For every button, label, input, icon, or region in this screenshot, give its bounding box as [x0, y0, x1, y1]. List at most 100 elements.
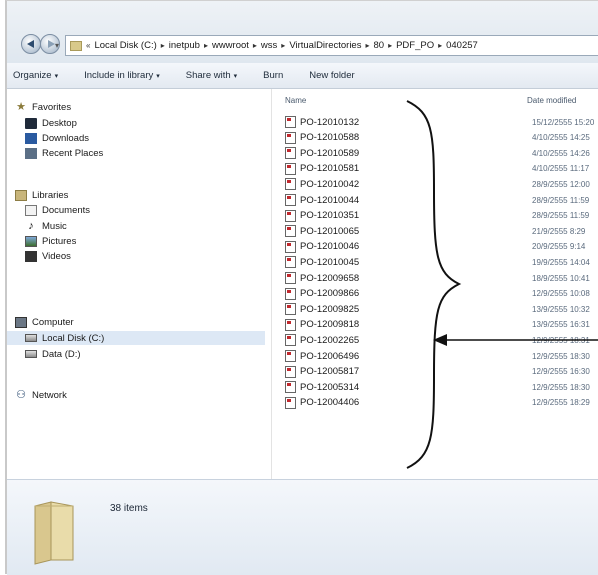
file-date-modified: 12/9/2555 18:29 — [532, 398, 590, 408]
nav-item-videos[interactable]: Videos — [25, 249, 71, 263]
file-name: PO-12010046 — [300, 241, 360, 253]
file-row[interactable]: PO-12004406 12/9/2555 18:29 — [285, 396, 598, 410]
pdf-file-icon — [285, 116, 296, 128]
file-date-modified: 4/10/2555 14:25 — [532, 133, 590, 143]
file-row[interactable]: PO-12009818 13/9/2555 16:31 — [285, 318, 598, 332]
videos-icon — [25, 250, 37, 262]
file-name: PO-12010065 — [300, 225, 360, 237]
file-row[interactable]: PO-12002265 12/9/2555 18:31 — [285, 333, 598, 347]
breadcrumb-wss[interactable]: wss — [261, 40, 277, 51]
file-date-modified: 12/9/2555 18:30 — [532, 382, 590, 392]
chevron-right-icon[interactable]: ▸ — [365, 41, 369, 50]
nav-item-local-disk[interactable]: Local Disk (C:) — [7, 331, 265, 345]
pdf-file-icon — [285, 131, 296, 144]
breadcrumb-040257[interactable]: 040257 — [446, 40, 478, 51]
burn-button[interactable]: Burn — [263, 70, 283, 81]
nav-label: Computer — [32, 316, 74, 328]
nav-item-data-drive[interactable]: Data (D:) — [25, 347, 81, 361]
documents-icon — [25, 204, 37, 216]
nav-item-computer[interactable]: Computer — [15, 315, 74, 329]
file-date-modified: 13/9/2555 16:31 — [532, 320, 590, 330]
file-name: PO-12010044 — [300, 194, 360, 206]
nav-item-desktop[interactable]: Desktop — [25, 116, 77, 130]
nav-label: Data (D:) — [42, 348, 81, 360]
file-date-modified: 12/9/2555 18:31 — [532, 335, 590, 345]
chevron-right-icon[interactable]: ▸ — [204, 41, 208, 50]
file-row[interactable]: PO-12010044 28/9/2555 11:59 — [285, 193, 598, 207]
caret-down-icon: ▾ — [233, 73, 238, 80]
file-row[interactable]: PO-12009825 13/9/2555 10:32 — [285, 302, 598, 316]
computer-icon — [15, 316, 27, 328]
share-label: Share with — [185, 70, 231, 81]
file-date-modified: 28/9/2555 12:00 — [532, 179, 590, 189]
libraries-icon — [15, 189, 27, 201]
nav-item-favorites[interactable]: ★ Favorites — [15, 100, 71, 114]
breadcrumb-wwwroot[interactable]: wwwroot — [212, 40, 249, 51]
pdf-file-icon — [285, 240, 296, 253]
nav-label: Libraries — [32, 189, 69, 201]
breadcrumb-local-disk[interactable]: Local Disk (C:) — [94, 40, 156, 51]
column-header-date-modified[interactable]: Date modified — [527, 96, 576, 105]
file-name: PO-12005817 — [300, 366, 360, 378]
details-pane: 38 items — [7, 479, 598, 575]
file-row[interactable]: PO-12009658 18/9/2555 10:41 — [285, 271, 598, 285]
nav-item-downloads[interactable]: Downloads — [25, 131, 89, 145]
file-row[interactable]: PO-12010351 28/9/2555 11:59 — [285, 209, 598, 223]
file-row[interactable]: PO-12010132 15/12/2555 15:20 — [285, 115, 598, 129]
file-date-modified: 21/9/2555 8:29 — [532, 226, 586, 236]
breadcrumb-virtualdirectories[interactable]: VirtualDirectories — [289, 40, 361, 51]
nav-item-network[interactable]: ⚇ Network — [15, 388, 67, 402]
file-date-modified: 12/9/2555 16:30 — [532, 367, 590, 377]
pdf-file-icon — [285, 381, 296, 394]
chevron-right-icon[interactable]: ▸ — [388, 41, 392, 50]
breadcrumb-80[interactable]: 80 — [373, 40, 384, 51]
chevron-right-icon[interactable]: ▸ — [253, 41, 257, 50]
nav-item-documents[interactable]: Documents — [25, 203, 90, 217]
pdf-file-icon — [285, 272, 296, 284]
include-in-library-button[interactable]: Include in library ▾ — [84, 70, 160, 81]
file-row[interactable]: PO-12010589 4/10/2555 14:26 — [285, 146, 598, 160]
nav-item-pictures[interactable]: Pictures — [25, 234, 76, 248]
file-name: PO-12009818 — [300, 319, 360, 331]
file-row[interactable]: PO-12009866 12/9/2555 10:08 — [285, 287, 598, 301]
file-row[interactable]: PO-12010581 4/10/2555 11:17 — [285, 162, 598, 176]
back-button[interactable] — [21, 34, 41, 54]
forward-arrow-icon — [48, 40, 55, 48]
pdf-file-icon — [285, 194, 296, 206]
file-row[interactable]: PO-12006496 12/9/2555 18:30 — [285, 349, 598, 363]
nav-item-recent-places[interactable]: Recent Places — [25, 146, 103, 160]
file-row[interactable]: PO-12010042 28/9/2555 12:00 — [285, 177, 598, 191]
history-dropdown-icon[interactable]: ▾ — [55, 41, 59, 50]
nav-label: Network — [32, 389, 67, 401]
file-list: Name Date modified PO-12010132 15/12/2555… — [275, 89, 598, 479]
file-name: PO-12009866 — [300, 288, 360, 300]
breadcrumb-pdf-po[interactable]: PDF_PO — [396, 40, 434, 51]
file-row[interactable]: PO-12005817 12/9/2555 16:30 — [285, 365, 598, 379]
file-name: PO-12010588 — [300, 132, 360, 144]
chevron-right-icon[interactable]: ▸ — [438, 41, 442, 50]
file-row[interactable]: PO-12010065 21/9/2555 8:29 — [285, 224, 598, 238]
chevron-double-icon[interactable]: « — [86, 41, 90, 50]
file-row[interactable]: PO-12010046 20/9/2555 9:14 — [285, 240, 598, 254]
file-row[interactable]: PO-12005314 12/9/2555 18:30 — [285, 380, 598, 394]
address-bar[interactable]: « Local Disk (C:) ▸ inetpub ▸ wwwroot ▸ … — [65, 35, 598, 56]
file-date-modified: 12/9/2555 10:08 — [532, 289, 590, 299]
chevron-right-icon[interactable]: ▸ — [281, 41, 285, 50]
pdf-file-icon — [285, 303, 296, 316]
pdf-file-icon — [285, 147, 296, 160]
breadcrumb-inetpub[interactable]: inetpub — [169, 40, 200, 51]
pdf-file-icon — [285, 225, 296, 238]
nav-item-music[interactable]: ♪ Music — [25, 219, 67, 233]
nav-item-libraries[interactable]: Libraries — [15, 188, 68, 202]
folder-icon — [70, 40, 82, 51]
column-header-name[interactable]: Name — [285, 96, 306, 105]
network-icon: ⚇ — [16, 388, 26, 401]
file-row[interactable]: PO-12010588 4/10/2555 14:25 — [285, 131, 598, 145]
organize-button[interactable]: Organize ▾ — [13, 70, 58, 81]
share-with-button[interactable]: Share with ▾ — [186, 70, 237, 81]
pdf-file-icon — [285, 287, 296, 300]
new-folder-button[interactable]: New folder — [309, 70, 354, 81]
file-row[interactable]: PO-12010045 19/9/2555 14:04 — [285, 255, 598, 269]
chevron-right-icon[interactable]: ▸ — [161, 41, 165, 50]
pdf-file-icon — [285, 365, 296, 378]
